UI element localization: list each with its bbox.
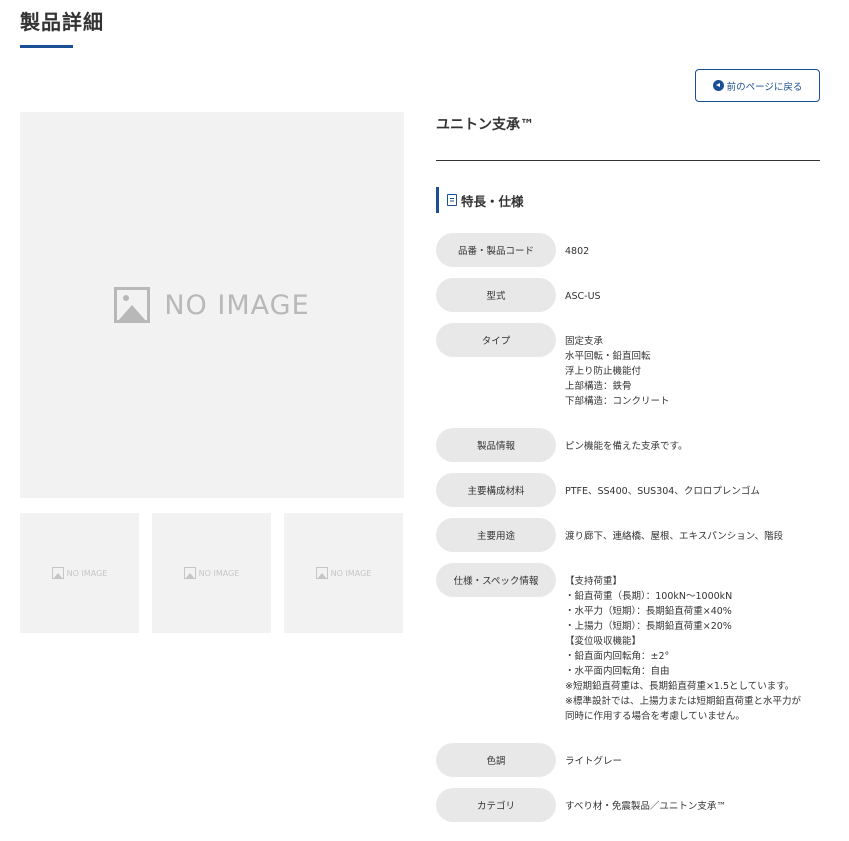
image-placeholder-icon (114, 287, 151, 323)
spec-value: ライトグレー (565, 756, 623, 767)
product-name: ユニトン支承™ (436, 117, 534, 133)
image-placeholder-icon (315, 567, 328, 579)
thumbnail-3[interactable]: NO IMAGE (284, 513, 403, 633)
title-underline (20, 45, 73, 48)
document-icon (447, 194, 457, 206)
spec-value: ASC-US (565, 291, 601, 302)
main-product-image: NO IMAGE (20, 112, 404, 498)
spec-value: 4802 (565, 246, 590, 257)
spec-label: 型式 (436, 278, 556, 312)
section-heading-label: 特長・仕様 (461, 193, 524, 209)
image-placeholder-icon (51, 567, 64, 579)
spec-label: 色調 (436, 743, 556, 777)
spec-label: 品番・製品コード (436, 233, 556, 267)
spec-value: 固定支承 水平回転・鉛直回転 浮上り防止機能付 上部構造：鉄骨 下部構造：コンク… (565, 336, 670, 407)
thumbnail-1[interactable]: NO IMAGE (20, 513, 139, 633)
spec-value: PTFE、SS400、SUS304、クロロプレンゴム (565, 486, 760, 497)
image-placeholder-icon (183, 567, 196, 579)
back-button-label: 前のページに戻る (726, 81, 803, 93)
spec-value: 【支持荷重】 ・鉛直荷重（長期）：100kN～1000kN ・水平力（短期）：長… (565, 576, 801, 722)
spec-label: タイプ (436, 323, 556, 357)
no-image-text: NO IMAGE (66, 568, 108, 578)
spec-label: 主要構成材料 (436, 473, 556, 507)
spec-value: すべり材・免震製品／ユニトン支承™ (565, 801, 726, 812)
spec-label: 製品情報 (436, 428, 556, 462)
no-image-text: NO IMAGE (164, 289, 310, 321)
divider (436, 160, 820, 161)
spec-label: カテゴリ (436, 788, 556, 822)
thumbnail-2[interactable]: NO IMAGE (152, 513, 271, 633)
spec-label: 主要用途 (436, 518, 556, 552)
page-title: 製品詳細 (20, 10, 104, 34)
section-heading: 特長・仕様 (436, 187, 524, 213)
arrow-circle-left-icon (712, 80, 724, 91)
spec-value: 渡り廊下、連絡橋、屋根、エキスパンション、階段 (565, 531, 784, 542)
no-image-text: NO IMAGE (198, 568, 240, 578)
spec-label: 仕様・スペック情報 (436, 563, 556, 597)
back-button[interactable]: 前のページに戻る (695, 69, 820, 102)
no-image-text: NO IMAGE (330, 568, 372, 578)
spec-value: ピン機能を備えた支承です。 (565, 441, 688, 452)
